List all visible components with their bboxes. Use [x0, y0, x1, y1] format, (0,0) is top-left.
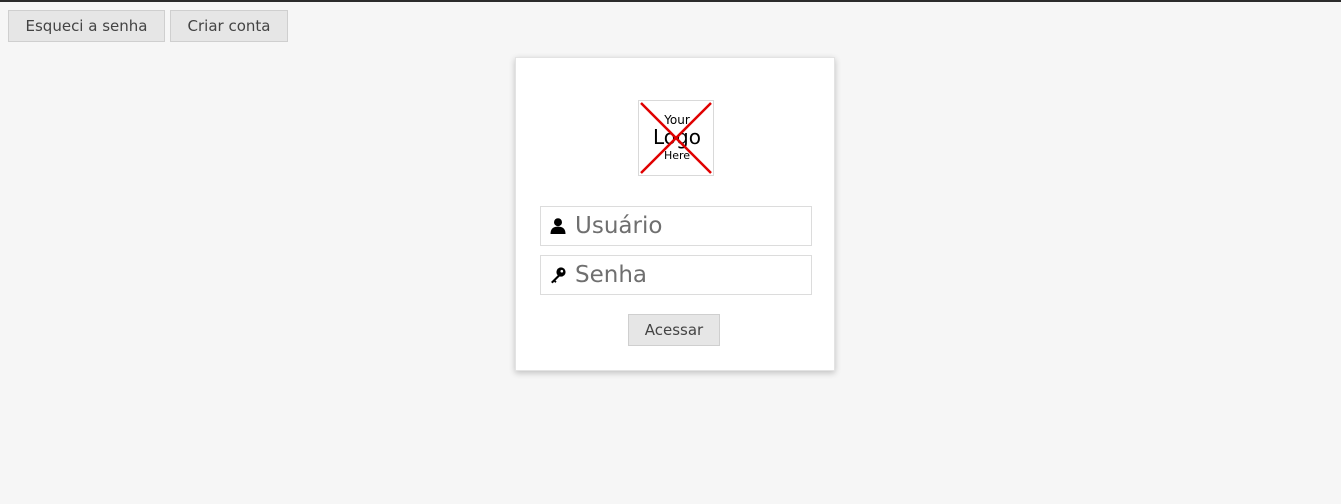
top-border [0, 0, 1341, 2]
password-input[interactable] [575, 260, 805, 290]
logo-graphic: Your Logo Here [640, 102, 712, 174]
create-account-button[interactable]: Criar conta [170, 10, 288, 42]
username-field[interactable] [540, 206, 812, 246]
login-submit-button[interactable]: Acessar [628, 314, 720, 346]
username-input[interactable] [575, 211, 805, 241]
logo-placeholder-icon: Your Logo Here [638, 100, 714, 176]
password-field[interactable] [540, 255, 812, 295]
forgot-password-button[interactable]: Esqueci a senha [8, 10, 165, 42]
login-card: Your Logo Here Acessar [515, 57, 835, 371]
logo-line-3: Here [664, 149, 690, 162]
key-icon [551, 267, 566, 284]
user-icon [550, 218, 566, 234]
